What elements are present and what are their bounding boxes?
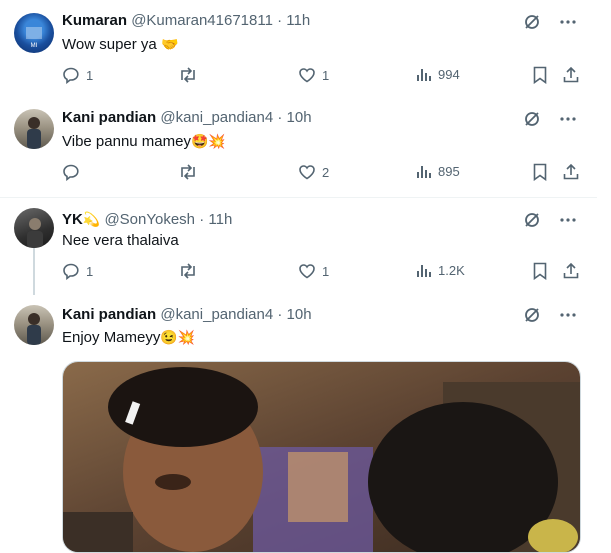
- repost-button[interactable]: [178, 163, 198, 181]
- more-icon[interactable]: [559, 13, 577, 36]
- handle[interactable]: @kani_pandian4: [160, 109, 273, 126]
- reply-icon: [62, 262, 80, 280]
- tweet-text: Enjoy Mameyy: [62, 329, 161, 346]
- more-icon[interactable]: [559, 110, 577, 133]
- separator: ·: [277, 109, 283, 126]
- thread-line: [33, 248, 35, 295]
- bookmark-icon: [532, 163, 548, 181]
- more-icon[interactable]: [559, 306, 577, 329]
- name-emoji: 💫: [82, 211, 101, 227]
- share-button[interactable]: [562, 163, 580, 181]
- views-icon: [416, 163, 432, 179]
- like-count: 1: [322, 67, 330, 83]
- share-icon: [562, 66, 580, 84]
- tweet-media-image[interactable]: [62, 361, 581, 553]
- reply-icon: [62, 163, 80, 181]
- more-icon[interactable]: [559, 211, 577, 234]
- repost-button[interactable]: [178, 66, 198, 84]
- views-button[interactable]: 1.2K: [416, 262, 465, 278]
- views-count: 1.2K: [438, 262, 465, 278]
- svg-text:MI: MI: [31, 43, 38, 49]
- reply-button[interactable]: 1: [62, 66, 93, 84]
- media-photo: [63, 362, 580, 552]
- avatar[interactable]: [14, 305, 54, 345]
- like-icon: [298, 163, 316, 181]
- like-icon: [298, 66, 316, 84]
- reply-count: 1: [86, 263, 94, 279]
- bookmark-button[interactable]: [532, 66, 548, 84]
- timestamp[interactable]: 11h: [286, 12, 310, 29]
- share-button[interactable]: [562, 262, 580, 280]
- bookmark-button[interactable]: [532, 262, 548, 280]
- timestamp[interactable]: 11h: [208, 211, 232, 228]
- display-name[interactable]: Kani pandian: [62, 306, 156, 323]
- views-icon: [416, 66, 432, 82]
- avatar[interactable]: [14, 109, 54, 149]
- like-button[interactable]: 1: [298, 66, 329, 84]
- views-count: 895: [438, 163, 460, 179]
- reply-count: 1: [86, 67, 94, 83]
- bookmark-icon: [532, 66, 548, 84]
- grok-icon[interactable]: [523, 110, 541, 133]
- tweet-text: Wow super ya: [62, 36, 157, 53]
- like-count: 1: [322, 263, 330, 279]
- repost-icon: [178, 163, 198, 181]
- bookmark-icon: [532, 262, 548, 280]
- handle[interactable]: @SonYokesh: [104, 211, 195, 228]
- avatar[interactable]: [14, 208, 54, 248]
- separator: ·: [277, 12, 283, 29]
- views-count: 994: [438, 66, 460, 82]
- emoji: 🤝: [160, 36, 179, 52]
- like-icon: [298, 262, 316, 280]
- handle[interactable]: @kani_pandian4: [160, 306, 273, 323]
- repost-icon: [178, 66, 198, 84]
- grok-icon[interactable]: [523, 13, 541, 36]
- separator: ·: [199, 211, 205, 228]
- tweet[interactable]: MI Kumaran @Kumaran41671811 · 11h Wow su…: [0, 0, 597, 97]
- emoji: 😉💥: [160, 329, 196, 345]
- share-icon: [562, 163, 580, 181]
- timestamp[interactable]: 10h: [287, 306, 312, 323]
- views-button[interactable]: 895: [416, 163, 460, 179]
- grok-icon[interactable]: [523, 306, 541, 329]
- tweet-text: Vibe pannu mamey: [62, 133, 191, 150]
- reply-icon: [62, 66, 80, 84]
- like-button[interactable]: 2: [298, 163, 329, 181]
- timestamp[interactable]: 10h: [287, 109, 312, 126]
- views-button[interactable]: 994: [416, 66, 460, 82]
- separator: ·: [277, 306, 283, 323]
- avatar[interactable]: MI: [14, 13, 54, 53]
- tweet-text: Nee vera thalaiva: [62, 232, 179, 249]
- share-icon: [562, 262, 580, 280]
- handle[interactable]: @Kumaran41671811: [131, 12, 273, 29]
- display-name[interactable]: Kani pandian: [62, 109, 156, 126]
- reply-button[interactable]: 1: [62, 262, 93, 280]
- grok-icon[interactable]: [523, 211, 541, 234]
- like-count: 2: [322, 164, 330, 180]
- like-button[interactable]: 1: [298, 262, 329, 280]
- tweet[interactable]: YK💫 @SonYokesh · 11h Nee vera thalaiva 1…: [0, 198, 597, 295]
- display-name[interactable]: Kumaran: [62, 12, 127, 29]
- display-name[interactable]: YK: [62, 211, 83, 228]
- tweet[interactable]: Kani pandian @kani_pandian4 · 10h Vibe p…: [0, 97, 597, 197]
- share-button[interactable]: [562, 66, 580, 84]
- repost-icon: [178, 262, 198, 280]
- emoji: 🤩💥: [190, 133, 226, 149]
- repost-button[interactable]: [178, 262, 198, 280]
- reply-button[interactable]: [62, 163, 86, 181]
- bookmark-button[interactable]: [532, 163, 548, 181]
- views-icon: [416, 262, 432, 278]
